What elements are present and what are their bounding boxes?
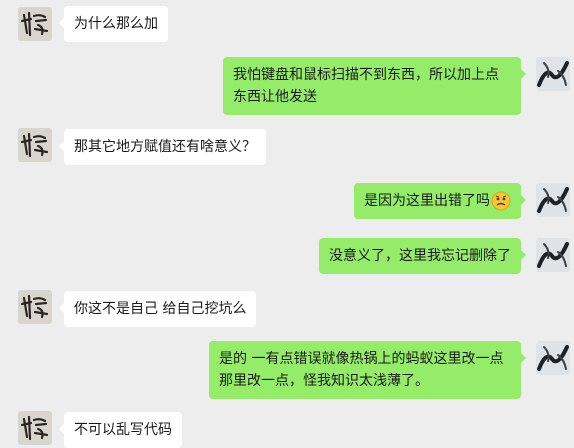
ink-landscape-avatar-icon bbox=[536, 57, 570, 91]
ink-landscape-avatar-icon bbox=[536, 341, 570, 375]
calligraphy-avatar-icon bbox=[18, 290, 52, 324]
calligraphy-avatar-icon bbox=[18, 128, 52, 162]
self-avatar[interactable] bbox=[536, 341, 570, 375]
confused-face-emoji-icon bbox=[491, 191, 511, 211]
contact-avatar[interactable] bbox=[18, 128, 52, 162]
message-text: 是因为这里出错了吗 bbox=[364, 193, 490, 209]
message-text: 不可以乱写代码 bbox=[74, 422, 172, 438]
incoming-message-bubble[interactable]: 不可以乱写代码 bbox=[59, 412, 182, 448]
incoming-message-bubble[interactable]: 你这不是自己 给自己挖坑么 bbox=[58, 291, 257, 327]
message-text: 是的 一有点错误就像热锅上的蚂蚁这里改一点那里改一点，怪我知识太浅薄了。 bbox=[219, 351, 504, 389]
ink-landscape-avatar-icon bbox=[536, 238, 570, 272]
calligraphy-avatar-icon bbox=[18, 411, 52, 445]
message-text: 为什么那么加 bbox=[74, 16, 158, 32]
incoming-message-bubble[interactable]: 为什么那么加 bbox=[59, 6, 168, 42]
self-avatar[interactable] bbox=[536, 57, 570, 91]
message-text: 我怕键盘和鼠标扫描不到东西，所以加上点东西让他发送 bbox=[233, 67, 499, 105]
self-avatar[interactable] bbox=[536, 238, 570, 272]
incoming-message-bubble[interactable]: 那其它地方赋值还有啥意义？ bbox=[59, 129, 266, 165]
outgoing-message-bubble[interactable]: 我怕键盘和鼠标扫描不到东西，所以加上点东西让他发送 bbox=[223, 57, 526, 115]
contact-avatar[interactable] bbox=[18, 290, 52, 324]
contact-avatar[interactable] bbox=[18, 7, 52, 41]
contact-avatar[interactable] bbox=[18, 411, 52, 445]
outgoing-message-bubble[interactable]: 没意义了，这里我忘记删除了 bbox=[319, 238, 526, 274]
ink-landscape-avatar-icon bbox=[536, 183, 570, 217]
outgoing-message-bubble[interactable]: 是因为这里出错了吗 bbox=[354, 183, 526, 219]
calligraphy-avatar-icon bbox=[18, 7, 52, 41]
message-text: 那其它地方赋值还有啥意义？ bbox=[74, 139, 256, 155]
message-text: 没意义了，这里我忘记删除了 bbox=[329, 248, 511, 264]
self-avatar[interactable] bbox=[536, 183, 570, 217]
outgoing-message-bubble[interactable]: 是的 一有点错误就像热锅上的蚂蚁这里改一点那里改一点，怪我知识太浅薄了。 bbox=[209, 341, 526, 399]
message-text: 你这不是自己 给自己挖坑么 bbox=[74, 301, 247, 317]
